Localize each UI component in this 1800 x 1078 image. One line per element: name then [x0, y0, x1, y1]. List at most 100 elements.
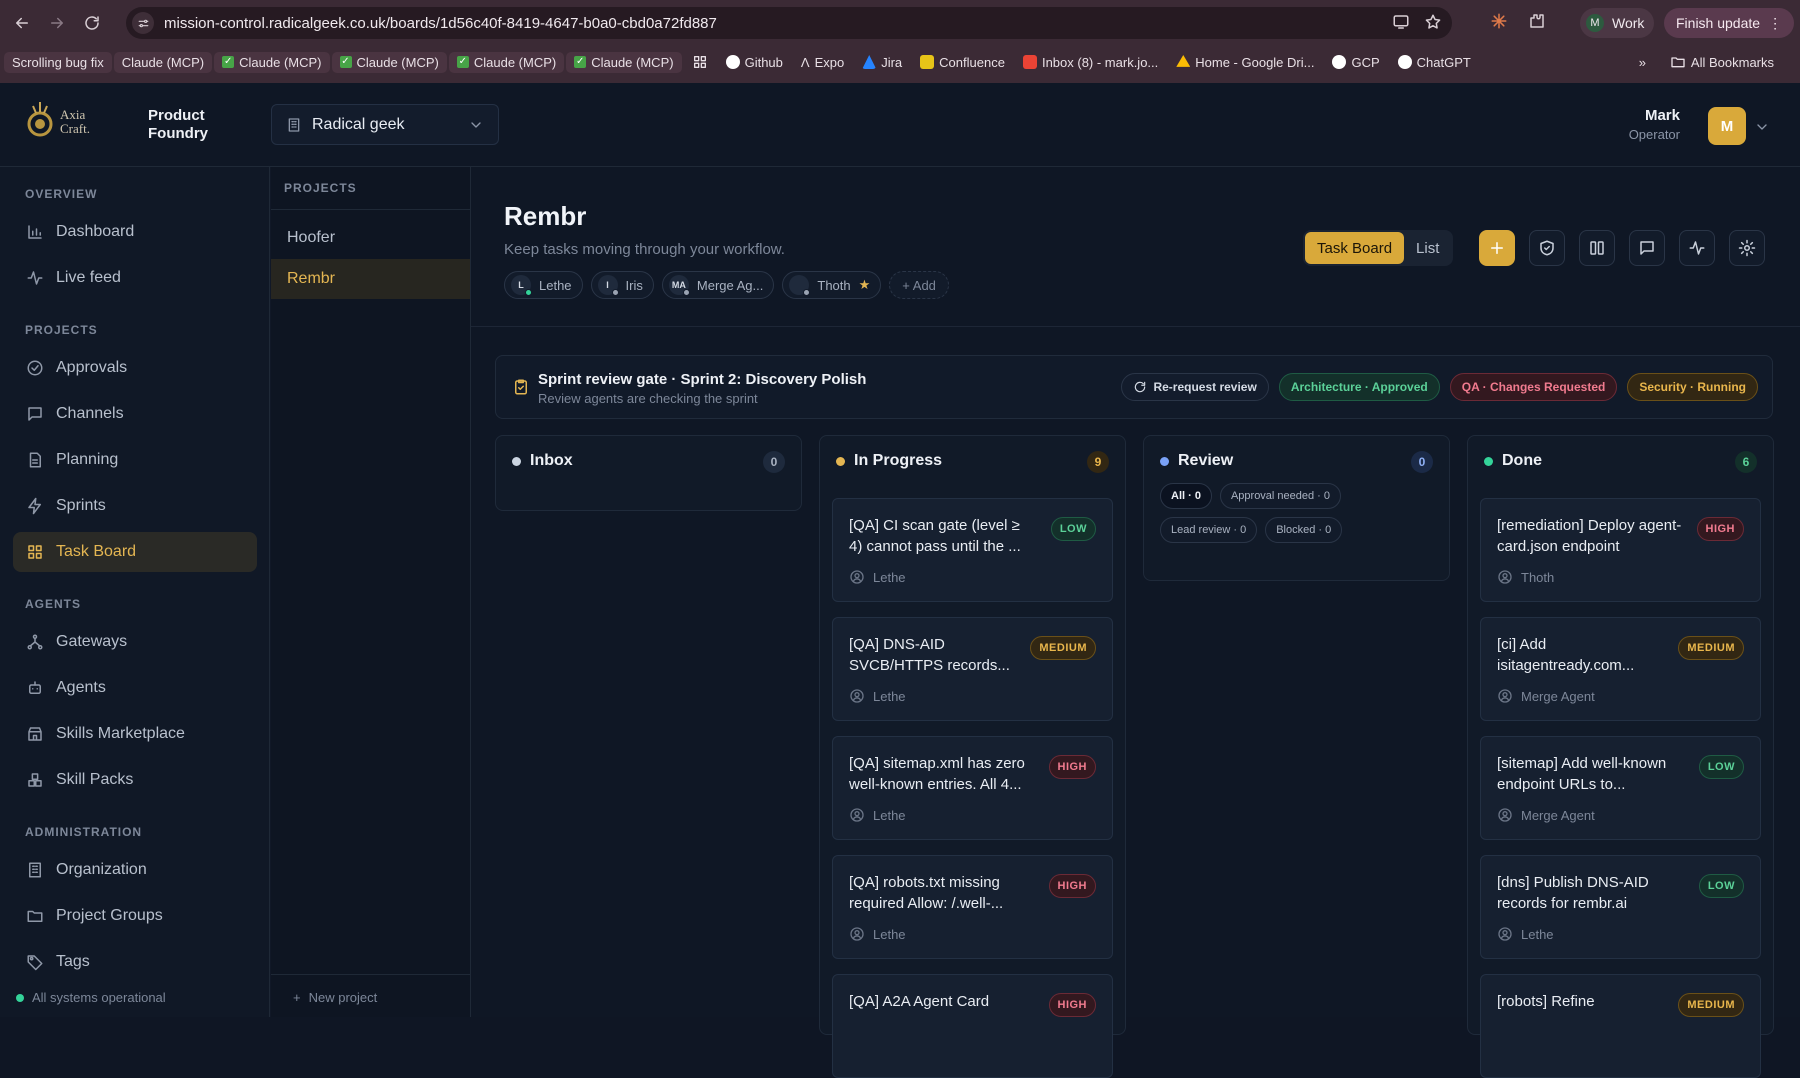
- logo[interactable]: Axia Craft.: [24, 97, 104, 147]
- task-card[interactable]: [QA] A2A Agent Card HIGH: [832, 974, 1113, 1078]
- folder-icon: [1671, 57, 1685, 68]
- sidebar-item-tags[interactable]: Tags: [13, 942, 257, 982]
- sidebar-item-project-groups[interactable]: Project Groups: [13, 896, 257, 936]
- back-icon[interactable]: [9, 10, 35, 36]
- task-card[interactable]: [QA] CI scan gate (level ≥ 4) cannot pas…: [832, 498, 1113, 602]
- sidebar-item-organization[interactable]: Organization: [13, 850, 257, 890]
- bookmark-item[interactable]: Github: [718, 52, 791, 73]
- profile-chip[interactable]: M Work: [1580, 8, 1655, 38]
- bookmark-item[interactable]: ✓ Claude (MCP): [331, 51, 447, 73]
- priority-badge: MEDIUM: [1030, 636, 1096, 660]
- create-task-button[interactable]: [1479, 230, 1515, 266]
- task-title: [sitemap] Add well-known endpoint URLs t…: [1497, 755, 1667, 793]
- chevron-down-icon[interactable]: [1754, 119, 1770, 135]
- tab-list[interactable]: List: [1404, 232, 1451, 264]
- check-circle-icon: [27, 360, 43, 376]
- agent-chip-lethe[interactable]: L Lethe: [504, 271, 583, 299]
- lightning-icon: [28, 497, 41, 515]
- sidebar-item-label: Gateways: [56, 633, 128, 650]
- review-gate-button[interactable]: [1529, 230, 1565, 266]
- sidebar-item-label: Task Board: [56, 543, 137, 560]
- filter-blocked[interactable]: Blocked · 0: [1265, 517, 1343, 543]
- column-dot-icon: [836, 457, 845, 466]
- bookmark-item[interactable]: ✓ Claude (MCP): [566, 51, 682, 73]
- bookmark-item[interactable]: Claude (MCP): [113, 51, 213, 73]
- activity-button[interactable]: [1679, 230, 1715, 266]
- bookmark-item[interactable]: Jira: [854, 52, 910, 73]
- sidebar-item-live-feed[interactable]: Live feed: [13, 258, 257, 298]
- task-card[interactable]: [QA] robots.txt missing required Allow: …: [832, 855, 1113, 959]
- sidebar-item-planning[interactable]: Planning: [13, 440, 257, 480]
- bookmark-item[interactable]: Scrolling bug fix: [4, 51, 112, 73]
- cast-icon[interactable]: [1392, 13, 1410, 31]
- sidebar-item-skill-packs[interactable]: Skill Packs: [13, 760, 257, 800]
- user-circle-icon: [1498, 689, 1512, 703]
- tab-task-board[interactable]: Task Board: [1305, 232, 1405, 264]
- all-bookmarks-button[interactable]: All Bookmarks: [1662, 51, 1782, 73]
- filter-all[interactable]: All · 0: [1160, 483, 1212, 509]
- user-info[interactable]: Mark Operator: [1629, 107, 1680, 142]
- new-project-button[interactable]: + New project: [293, 990, 377, 1005]
- plus-icon: +: [293, 990, 301, 1005]
- bookmark-star-icon[interactable]: [1424, 13, 1442, 31]
- bookmark-item[interactable]: ChatGPT: [1390, 52, 1479, 73]
- sidebar-item-channels[interactable]: Channels: [13, 394, 257, 434]
- task-card[interactable]: [QA] sitemap.xml has zero well-known ent…: [832, 736, 1113, 840]
- sidebar-item-gateways[interactable]: Gateways: [13, 622, 257, 662]
- project-item-hoofer[interactable]: Hoofer: [271, 218, 470, 258]
- bookmark-item[interactable]: ✓ Claude (MCP): [448, 51, 565, 73]
- project-item-rembr[interactable]: Rembr: [271, 259, 470, 299]
- apps-grid-icon[interactable]: [684, 51, 716, 73]
- columns-button[interactable]: [1579, 230, 1615, 266]
- bookmark-item[interactable]: Home - Google Dri...: [1168, 52, 1322, 73]
- task-card[interactable]: [ci] Add isitagentready.com... MEDIUM Me…: [1480, 617, 1761, 721]
- bookmark-item[interactable]: ✓ Claude (MCP): [214, 51, 330, 73]
- logo-line2: Craft.: [60, 121, 90, 136]
- sidebar-item-approvals[interactable]: Approvals: [13, 348, 257, 388]
- reload-icon[interactable]: [79, 10, 105, 36]
- board-agents: L Lethe I Iris MA Merge Ag... Thoth ★ + …: [504, 271, 949, 299]
- agent-chip-merge-agent[interactable]: MA Merge Ag...: [661, 271, 775, 299]
- divider: [271, 209, 470, 210]
- add-agent-button[interactable]: + Add: [889, 271, 949, 299]
- sidebar-item-label: Skill Packs: [56, 771, 134, 788]
- bookmark-item[interactable]: Confluence: [912, 52, 1013, 73]
- bookmark-item[interactable]: Λ Expo: [793, 52, 852, 73]
- status-badge-qa: QA · Changes Requested: [1449, 373, 1618, 401]
- checkmark-icon: ✓: [339, 56, 352, 68]
- main-content: Rembr Keep tasks moving through your wor…: [471, 167, 1800, 1078]
- org-select[interactable]: Radical geek: [271, 104, 499, 145]
- task-card[interactable]: [remediation] Deploy agent-card.json end…: [1480, 498, 1761, 602]
- task-card[interactable]: [dns] Publish DNS-AID records for rembr.…: [1480, 855, 1761, 959]
- more-bookmarks-icon[interactable]: »: [1639, 55, 1646, 70]
- agent-chip-iris[interactable]: I Iris: [590, 271, 654, 299]
- rerequest-review-button[interactable]: Re-request review: [1121, 373, 1269, 401]
- extensions-icon[interactable]: [1528, 12, 1546, 30]
- url-text[interactable]: mission-control.radicalgeek.co.uk/boards…: [164, 15, 717, 32]
- column-inbox: Inbox 0: [495, 435, 802, 511]
- finish-update-button[interactable]: Finish update ⋮: [1664, 8, 1795, 38]
- chat-button[interactable]: [1629, 230, 1665, 266]
- task-card[interactable]: [sitemap] Add well-known endpoint URLs t…: [1480, 736, 1761, 840]
- filter-lead-review[interactable]: Lead review · 0: [1160, 517, 1258, 543]
- task-title: [dns] Publish DNS-AID records for rembr.…: [1497, 874, 1649, 912]
- bookmark-item[interactable]: Inbox (8) - mark.jo...: [1015, 52, 1166, 73]
- address-bar[interactable]: mission-control.radicalgeek.co.uk/boards…: [126, 7, 1452, 39]
- bookmark-item[interactable]: GCP: [1324, 52, 1387, 73]
- sidebar-item-skills-marketplace[interactable]: Skills Marketplace: [13, 714, 257, 754]
- user-avatar[interactable]: M: [1708, 107, 1746, 145]
- task-card[interactable]: [QA] DNS-AID SVCB/HTTPS records... MEDIU…: [832, 617, 1113, 721]
- sidebar-item-task-board[interactable]: Task Board: [13, 532, 257, 572]
- forward-icon[interactable]: [44, 10, 70, 36]
- claude-extension-icon[interactable]: [1490, 12, 1508, 30]
- sidebar-item-agents[interactable]: Agents: [13, 668, 257, 708]
- task-card[interactable]: [robots] Refine MEDIUM: [1480, 974, 1761, 1078]
- agent-chip-thoth[interactable]: Thoth ★: [782, 271, 882, 299]
- sidebar-item-dashboard[interactable]: Dashboard: [13, 212, 257, 252]
- filter-approval-needed[interactable]: Approval needed · 0: [1219, 483, 1342, 509]
- finish-update-label: Finish update: [1676, 15, 1761, 31]
- status-badge-architecture: Architecture · Approved: [1278, 373, 1440, 401]
- site-info-icon[interactable]: [132, 12, 154, 34]
- sidebar-item-sprints[interactable]: Sprints: [13, 486, 257, 526]
- settings-button[interactable]: [1729, 230, 1765, 266]
